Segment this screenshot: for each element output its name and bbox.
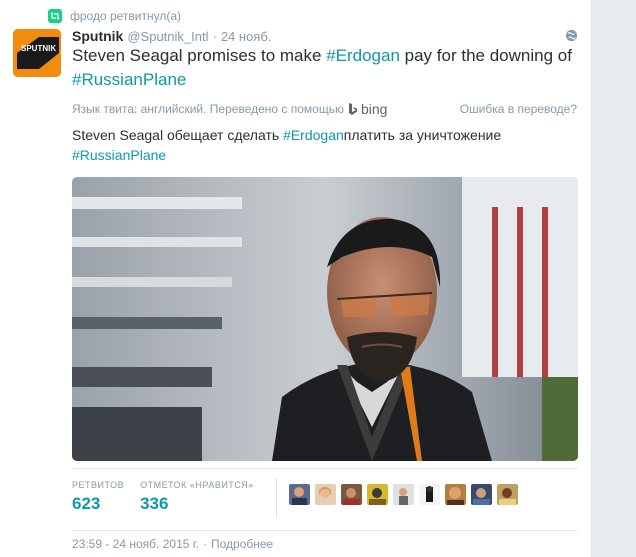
hashtag-russianplane[interactable]: #RussianPlane [72, 70, 186, 89]
translated-hashtag-erdogan[interactable]: #Erdogan [283, 127, 344, 143]
tweet-timestamp[interactable]: 23:59 - 24 нояб. 2015 г. [72, 537, 199, 551]
author-handle[interactable]: @Sputnik_Intl [127, 29, 208, 44]
retweet-text[interactable]: фродо ретвитнул(а) [70, 9, 181, 23]
user-avatar[interactable] [366, 484, 388, 505]
engaged-users [288, 484, 518, 505]
likes-stat[interactable]: ОТМЕТОК «НРАВИТСЯ» 336 [140, 474, 254, 514]
user-avatar[interactable] [340, 484, 362, 505]
translation-note: Язык твита: английский. Переведено с пом… [72, 102, 344, 116]
details-link[interactable]: Подробнее [211, 537, 273, 551]
author-name[interactable]: Sputnik [72, 28, 123, 44]
stats-divider-bottom [72, 530, 578, 531]
translated-hashtag-russianplane[interactable]: #RussianPlane [72, 147, 166, 163]
bing-logo[interactable]: bing [348, 101, 387, 117]
tweet-stats: РЕТВИТОВ 623 ОТМЕТОК «НРАВИТСЯ» 336 [72, 474, 577, 524]
tweet-footer: 23:59 - 24 нояб. 2015 г. · Подробнее [72, 536, 273, 552]
translation-error-link[interactable]: Ошибка в переводе? [460, 102, 577, 116]
retweets-label: РЕТВИТОВ [72, 480, 125, 490]
translated-text: Steven Seagal обещает сделать #Erdoganпл… [72, 125, 572, 165]
user-avatar[interactable] [444, 484, 466, 505]
globe-icon[interactable] [565, 29, 579, 43]
hashtag-erdogan[interactable]: #Erdogan [326, 46, 400, 65]
stats-divider-top [72, 468, 578, 469]
user-avatar[interactable] [314, 484, 336, 505]
likes-label: ОТМЕТОК «НРАВИТСЯ» [140, 480, 254, 490]
translated-text-part: Steven Seagal обещает сделать [72, 127, 284, 143]
likes-count[interactable]: 336 [140, 494, 254, 514]
bing-text: bing [360, 101, 388, 117]
tweet-card: фродо ретвитнул(а) SPUTNIK Sputnik @Sput… [0, 0, 592, 557]
user-avatar[interactable] [392, 484, 414, 505]
user-avatar[interactable] [418, 484, 440, 505]
tweet-text: Steven Seagal promises to make #Erdogan … [72, 44, 572, 92]
tweet-photo[interactable] [72, 177, 578, 461]
retweet-context: фродо ретвитнул(а) [48, 8, 181, 24]
user-avatar[interactable] [288, 484, 310, 505]
retweets-stat[interactable]: РЕТВИТОВ 623 [72, 474, 124, 514]
svg-text:SPUTNIK: SPUTNIK [21, 44, 56, 53]
tweet-time[interactable]: 24 нояб. [221, 29, 272, 44]
translation-bar: Язык твита: английский. Переведено с пом… [72, 100, 577, 118]
stats-separator [275, 478, 277, 518]
translated-text-part: платить за уничтожение [343, 127, 502, 143]
retweet-icon [48, 9, 62, 23]
header-separator: · [212, 29, 217, 44]
tweet-text-part: Steven Seagal promises to make [72, 46, 327, 65]
footer-separator: · [203, 537, 207, 551]
author-avatar[interactable]: SPUTNIK [13, 29, 61, 77]
user-avatar[interactable] [470, 484, 492, 505]
retweets-count[interactable]: 623 [72, 494, 124, 514]
user-avatar[interactable] [496, 484, 518, 505]
tweet-text-part: pay for the downing of [399, 46, 572, 65]
